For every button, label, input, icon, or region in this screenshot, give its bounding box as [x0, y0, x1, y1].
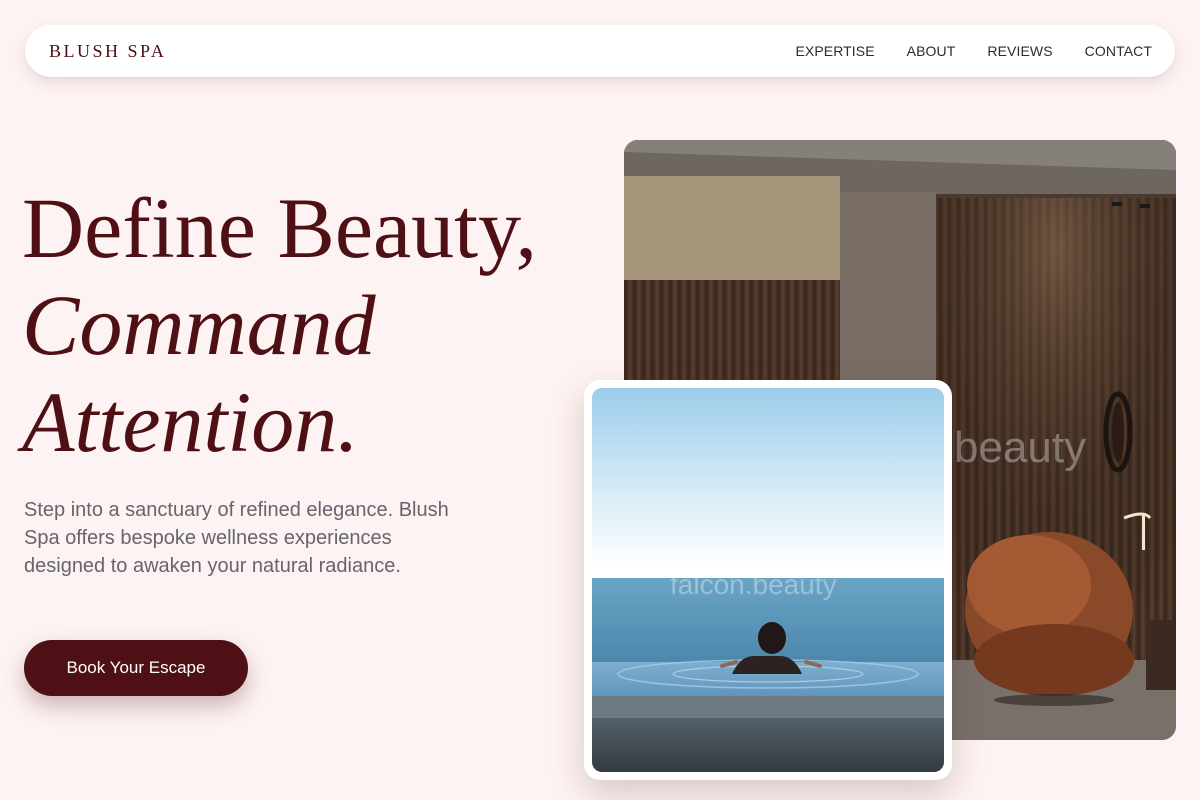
- pool-watermark: falcon.beauty: [670, 569, 837, 600]
- pool-photo: falcon.beauty: [592, 388, 944, 772]
- hero-headline: Define Beauty, Command Attention.: [22, 180, 537, 471]
- nav-link-reviews[interactable]: REVIEWS: [987, 43, 1052, 59]
- book-escape-button[interactable]: Book Your Escape: [24, 640, 248, 696]
- nav-link-expertise[interactable]: EXPERTISE: [795, 43, 874, 59]
- nav-link-contact[interactable]: CONTACT: [1085, 43, 1152, 59]
- nav-link-about[interactable]: ABOUT: [907, 43, 956, 59]
- brand-logo[interactable]: BLUSH SPA: [49, 41, 166, 62]
- pool-photo-card: falcon.beauty: [584, 380, 952, 780]
- top-nav: BLUSH SPA EXPERTISE ABOUT REVIEWS CONTAC…: [25, 25, 1175, 77]
- interior-watermark: beauty: [954, 423, 1086, 472]
- nav-menu: EXPERTISE ABOUT REVIEWS CONTACT: [795, 43, 1152, 59]
- headline-line-1: Define Beauty,: [22, 180, 537, 276]
- headline-line-3: Attention.: [22, 374, 359, 470]
- hero-description: Step into a sanctuary of refined eleganc…: [24, 499, 449, 577]
- pool-illustration: falcon.beauty: [592, 388, 944, 772]
- headline-line-2: Command: [22, 277, 376, 373]
